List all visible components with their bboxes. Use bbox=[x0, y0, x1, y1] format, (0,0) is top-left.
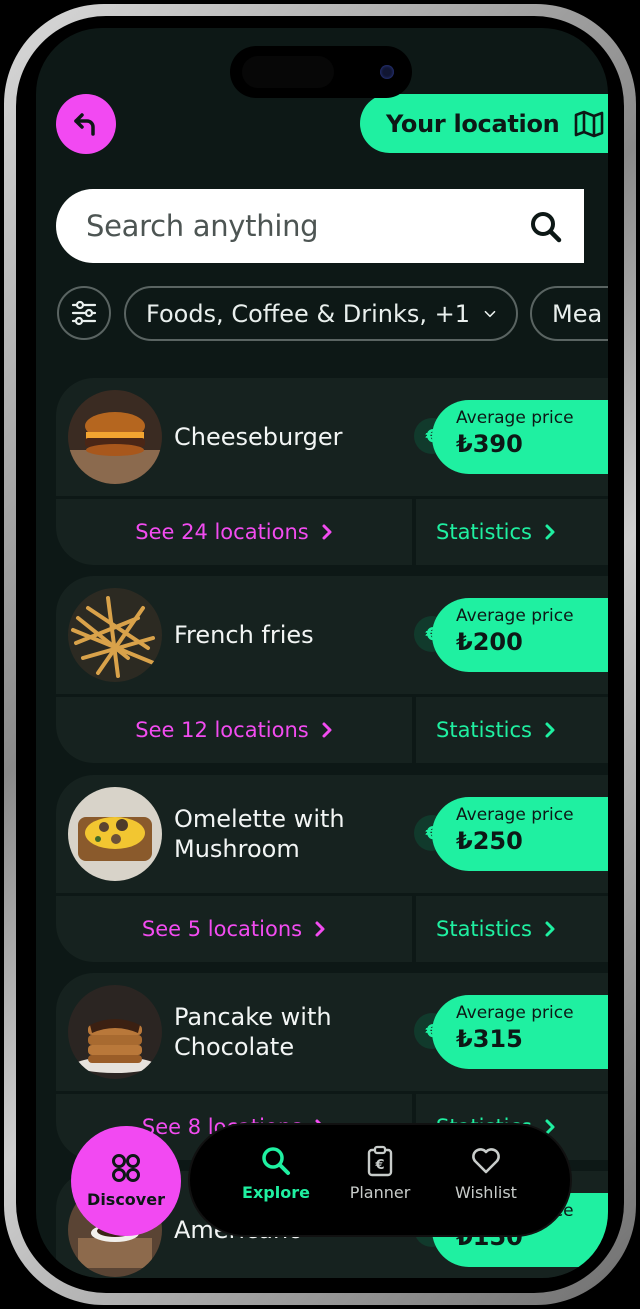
see-locations-label: See 12 locations bbox=[135, 718, 309, 742]
chevron-down-icon bbox=[484, 310, 496, 317]
food-name: Pancake with Chocolate bbox=[174, 1003, 332, 1061]
tab-planner-label: Planner bbox=[349, 1183, 411, 1202]
average-price-badge: Average price ₺315 bbox=[432, 995, 608, 1069]
your-location-button[interactable]: Your location bbox=[360, 94, 608, 153]
tab-explore-label: Explore bbox=[242, 1183, 310, 1202]
chevron-right-icon bbox=[545, 921, 555, 937]
meal-filter-label: Mea bbox=[552, 299, 603, 328]
tab-explore[interactable]: Explore bbox=[226, 1145, 326, 1202]
food-name: French fries bbox=[174, 621, 314, 649]
food-thumbnail bbox=[68, 390, 162, 484]
tab-planner[interactable]: € Planner bbox=[330, 1145, 430, 1202]
discover-button[interactable]: Discover bbox=[71, 1126, 181, 1236]
dynamic-island bbox=[230, 46, 412, 98]
food-card-header[interactable]: Pancake with Chocolate € Average price ₺… bbox=[56, 973, 608, 1091]
average-price-value: ₺390 bbox=[456, 430, 523, 458]
statistics-label: Statistics bbox=[436, 718, 532, 742]
statistics-button[interactable]: Statistics bbox=[416, 896, 608, 962]
discover-label: Discover bbox=[87, 1190, 165, 1209]
food-card[interactable]: Omelette with Mushroom € Average price ₺… bbox=[56, 775, 608, 962]
search-input[interactable]: Search anything bbox=[56, 189, 584, 263]
average-price-value: ₺250 bbox=[456, 827, 523, 855]
food-card[interactable]: French fries € Average price ₺200 See 12… bbox=[56, 576, 608, 763]
map-icon bbox=[575, 110, 604, 137]
see-locations-button[interactable]: See 12 locations bbox=[56, 697, 412, 763]
average-price-badge: Average price ₺390 bbox=[432, 400, 608, 474]
back-arrow-icon bbox=[74, 113, 95, 136]
statistics-label: Statistics bbox=[436, 520, 532, 544]
your-location-label: Your location bbox=[386, 109, 560, 138]
chevron-right-icon bbox=[545, 722, 555, 738]
average-price-label: Average price bbox=[456, 805, 574, 825]
filter-settings-button[interactable] bbox=[57, 286, 111, 340]
category-filter-dropdown[interactable]: Foods, Coffee & Drinks, +1 bbox=[124, 286, 518, 341]
tab-wishlist-label: Wishlist bbox=[455, 1183, 517, 1202]
meal-filter-chip[interactable]: Mea bbox=[530, 286, 608, 341]
search-icon bbox=[262, 1147, 290, 1175]
see-locations-button[interactable]: See 24 locations bbox=[56, 499, 412, 565]
bottom-tab-bar: Explore € Planner Wishlist bbox=[190, 1125, 570, 1235]
grid-flower-icon bbox=[112, 1154, 140, 1182]
food-name: Cheeseburger bbox=[174, 423, 343, 451]
statistics-button[interactable]: Statistics bbox=[416, 499, 608, 565]
see-locations-button[interactable]: See 5 locations bbox=[56, 896, 412, 962]
chevron-right-icon bbox=[545, 1119, 555, 1135]
clipboard-euro-icon: € bbox=[367, 1145, 393, 1177]
search-placeholder: Search anything bbox=[86, 209, 319, 243]
average-price-badge: Average price ₺250 bbox=[432, 797, 608, 871]
average-price-badge: Average price ₺200 bbox=[432, 598, 608, 672]
tab-wishlist[interactable]: Wishlist bbox=[436, 1145, 536, 1202]
sliders-icon bbox=[71, 300, 97, 326]
svg-text:€: € bbox=[374, 1158, 384, 1173]
chevron-right-icon bbox=[322, 722, 332, 738]
chevron-right-icon bbox=[315, 921, 325, 937]
average-price-label: Average price bbox=[456, 1003, 574, 1023]
food-card[interactable]: Cheeseburger € Average price ₺390 See 24… bbox=[56, 378, 608, 565]
statistics-button[interactable]: Statistics bbox=[416, 697, 608, 763]
food-thumbnail bbox=[68, 787, 162, 881]
heart-icon bbox=[472, 1148, 500, 1174]
back-button[interactable] bbox=[56, 94, 116, 154]
search-icon[interactable] bbox=[528, 209, 564, 245]
average-price-value: ₺315 bbox=[456, 1025, 523, 1053]
chevron-right-icon bbox=[322, 524, 332, 540]
average-price-value: ₺200 bbox=[456, 628, 523, 656]
average-price-label: Average price bbox=[456, 408, 574, 428]
see-locations-label: See 24 locations bbox=[135, 520, 309, 544]
food-name: Omelette with Mushroom bbox=[174, 805, 345, 863]
food-thumbnail bbox=[68, 588, 162, 682]
category-filter-label: Foods, Coffee & Drinks, +1 bbox=[146, 299, 471, 328]
average-price-label: Average price bbox=[456, 606, 574, 626]
app-screen: Your location Search anything Foods, Cof… bbox=[36, 28, 608, 1278]
chevron-right-icon bbox=[545, 524, 555, 540]
food-card-header[interactable]: Cheeseburger € Average price ₺390 bbox=[56, 378, 608, 496]
statistics-label: Statistics bbox=[436, 917, 532, 941]
see-locations-label: See 5 locations bbox=[141, 917, 303, 941]
food-thumbnail bbox=[68, 985, 162, 1079]
food-card-header[interactable]: Omelette with Mushroom € Average price ₺… bbox=[56, 775, 608, 893]
food-card-header[interactable]: French fries € Average price ₺200 bbox=[56, 576, 608, 694]
